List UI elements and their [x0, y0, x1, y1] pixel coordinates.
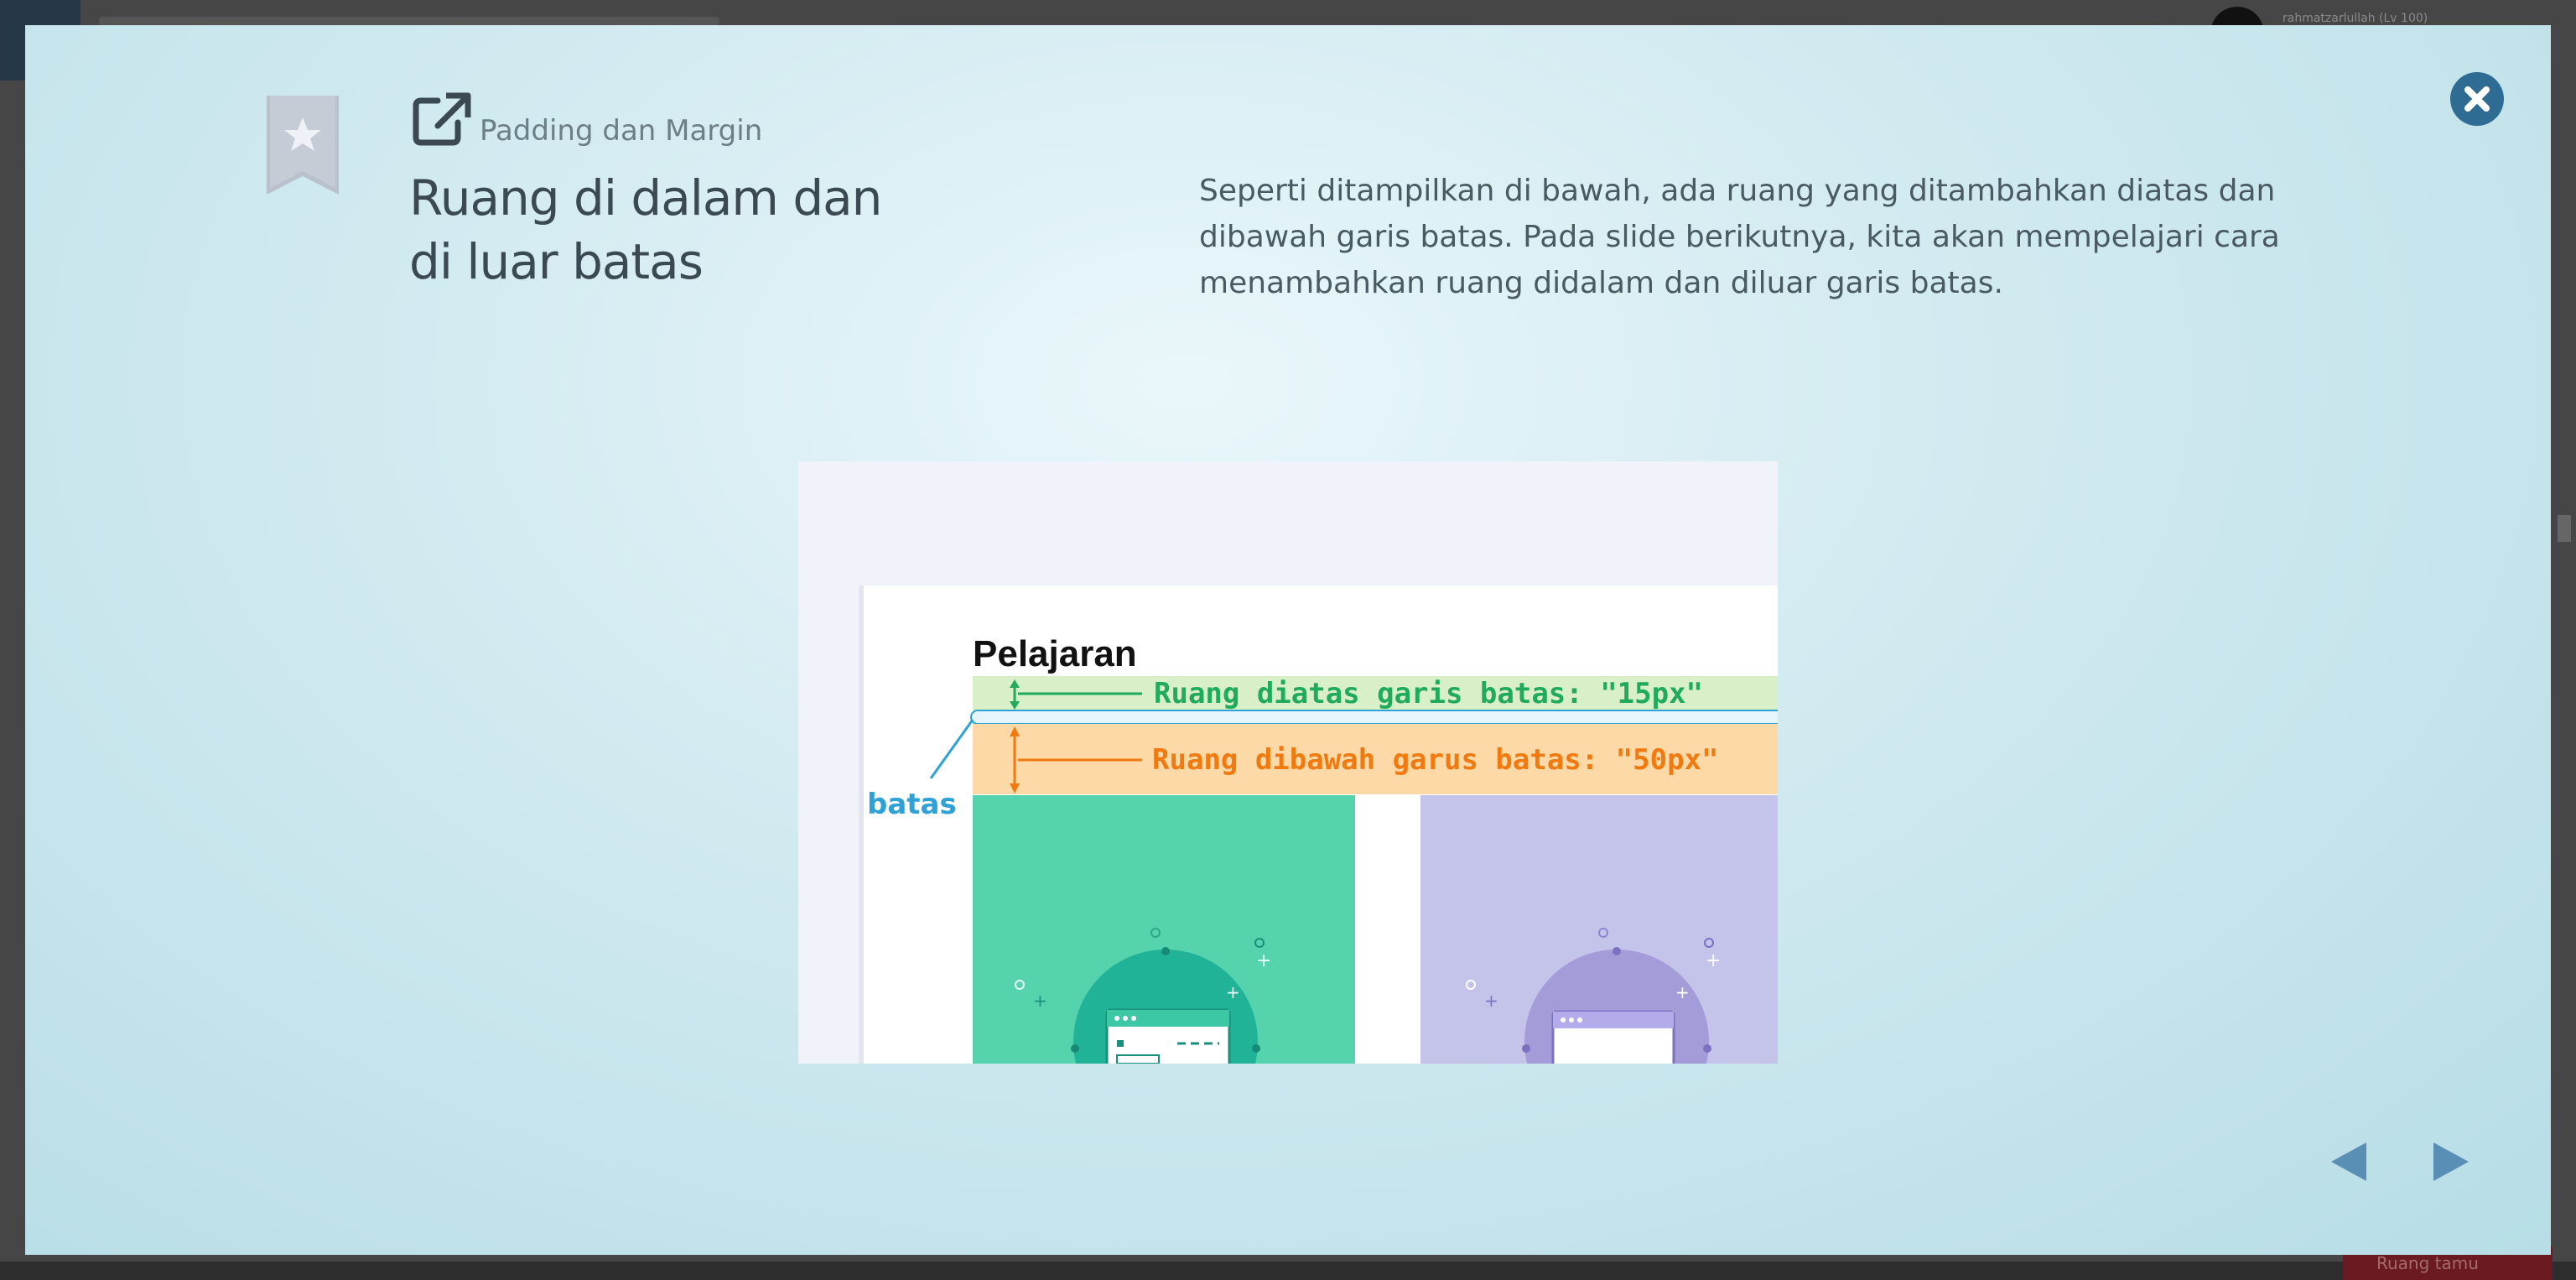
svg-text:+: + — [1226, 982, 1240, 1002]
bottom-bar — [0, 1262, 2576, 1280]
triangle-right-icon — [2433, 1142, 2469, 1181]
page-title: Ruang di dalam dan di luar batas — [409, 166, 929, 294]
svg-text:+: + — [1256, 950, 1271, 971]
slide-description: Seperti ditampilkan di bawah, ada ruang … — [1199, 174, 2280, 300]
external-link-icon[interactable] — [413, 92, 473, 146]
background-tab — [99, 17, 719, 25]
lesson-slide-modal: Padding dan Margin Ruang di dalam dan di… — [25, 25, 2551, 1255]
previous-slide-button[interactable] — [2328, 1139, 2370, 1184]
next-slide-button[interactable] — [2430, 1139, 2472, 1184]
illustration-heading: Pelajaran — [973, 633, 1137, 674]
section-title: Padding dan Margin — [480, 114, 763, 148]
svg-text:+: + — [1675, 982, 1690, 1002]
title-line-1: Ruang di dalam dan — [409, 169, 882, 226]
border-line — [970, 710, 1778, 725]
title-line-2: di luar batas — [409, 233, 704, 290]
svg-text:+: + — [1706, 950, 1721, 971]
bookmark-star-icon[interactable] — [267, 96, 339, 195]
label-space-above: Ruang diatas garis batas: "15px" — [1154, 677, 1703, 710]
label-border: batas — [867, 788, 957, 821]
label-space-below: Ruang dibawah garus batas: "50px" — [1152, 743, 1719, 777]
user-label: rahmatzarlullah (Lv 100) — [2283, 12, 2428, 25]
close-icon — [2464, 86, 2490, 112]
svg-text:+: + — [1484, 991, 1498, 1011]
scrollbar-thumb — [2558, 515, 2571, 542]
close-button[interactable] — [2450, 72, 2504, 126]
triangle-left-icon — [2331, 1142, 2366, 1181]
slide-illustration: Pelajaran Ruang diatas garis batas: "15p… — [798, 461, 1778, 1064]
svg-text:+: + — [1033, 991, 1047, 1011]
